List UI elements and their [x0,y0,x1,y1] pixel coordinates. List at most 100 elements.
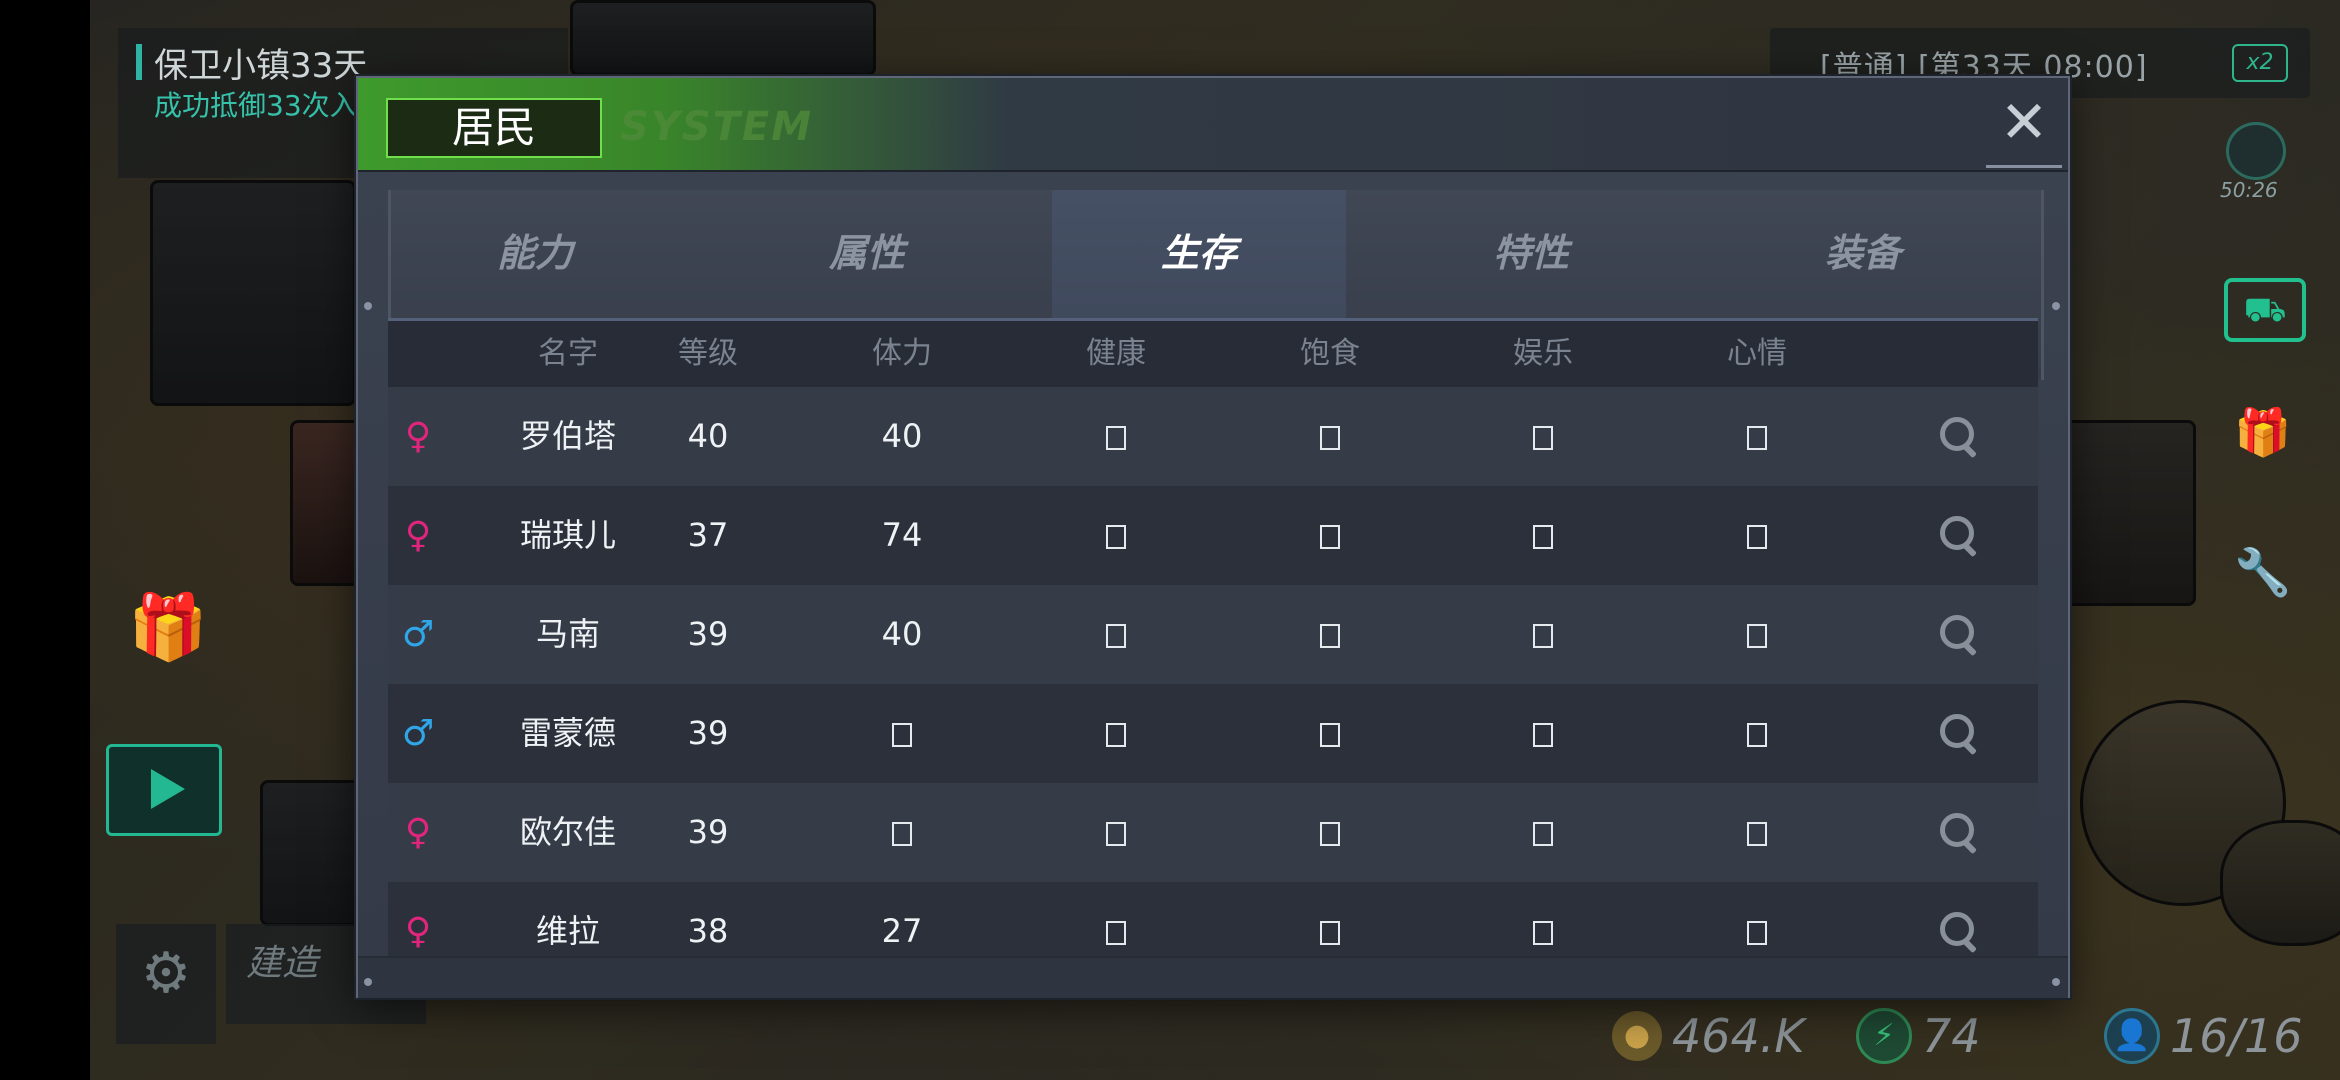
status-cell [1473,387,1613,486]
coin-icon: ● [1612,1011,1662,1061]
missing-glyph [1106,723,1126,747]
table-row[interactable]: ♀ 瑞琪儿 37 74 [388,486,2038,585]
status-cell [1473,585,1613,684]
resident-name: 罗伯塔 [519,417,616,455]
female-icon: ♀ [404,416,432,457]
missing-glyph [1320,723,1340,747]
female-icon: ♀ [404,911,432,952]
missing-glyph [892,723,912,747]
resident-level: 37 [687,516,729,554]
timer-text: 50:26 [2220,178,2278,202]
gift-icon[interactable]: 🎁 [126,586,210,670]
missing-glyph [892,822,912,846]
resident-stamina [832,684,972,783]
search-icon[interactable] [1940,912,1974,946]
residents-dialog: 居民 SYSTEM ✕ 能力 属性 生存 特性 装备 名字 等级 体力 健康 饱… [356,76,2070,998]
status-cell [1687,783,1827,882]
missing-glyph [1747,723,1767,747]
jeep-icon[interactable]: ⛟ [2224,278,2306,342]
status-cell [1046,486,1186,585]
missing-glyph [1320,624,1340,648]
dialog-title: 居民 [451,103,536,152]
missing-glyph [1747,822,1767,846]
energy-counter: ⚡ 74 [1856,1008,1981,1064]
missing-glyph [1106,426,1126,450]
tab-label: 能力 [496,231,573,275]
speed-button[interactable]: x2 [2232,44,2288,82]
dialog-footer [358,956,2068,998]
resident-level: 39 [687,615,729,653]
search-icon[interactable] [1940,813,1974,847]
search-icon[interactable] [1940,615,1974,649]
missing-glyph [1533,723,1553,747]
table-row[interactable]: ♀ 欧尔佳 39 [388,783,2038,882]
missing-glyph [1320,921,1340,945]
missing-glyph [1533,624,1553,648]
timer-icon[interactable] [2226,122,2286,180]
dialog-title-box: 居民 [386,98,602,158]
population-value: 16/16 [2170,1009,2303,1063]
missing-glyph [1533,921,1553,945]
status-cell [1473,684,1613,783]
population-icon: 👤 [2104,1008,2160,1064]
missing-glyph [1747,624,1767,648]
energy-icon: ⚡ [1856,1008,1912,1064]
close-icon[interactable]: ✕ [1986,90,2062,168]
status-cell [1260,882,1400,957]
table-row[interactable]: ♂ 雷蒙德 39 [388,684,2038,783]
table-row[interactable]: ♀ 罗伯塔 40 40 [388,387,2038,486]
missing-glyph [1320,525,1340,549]
population-counter: 👤 16/16 [2104,1008,2303,1064]
coins-value: 464.K [1672,1009,1805,1063]
tab-label: 生存 [1160,231,1237,275]
status-cell [1260,387,1400,486]
column-header-stamina: 体力 [872,336,932,371]
male-icon: ♂ [401,713,435,754]
column-header-fun: 娱乐 [1513,336,1573,371]
missing-glyph [1320,822,1340,846]
female-icon: ♀ [404,515,432,556]
missing-glyph [1747,426,1767,450]
table-row[interactable]: ♀ 维拉 38 27 [388,882,2038,957]
table-row[interactable]: ♂ 马南 39 40 [388,585,2038,684]
mission-marker [136,44,142,80]
mission-subtitle: 成功抵御33次入 [154,89,358,122]
search-icon[interactable] [1940,516,1974,550]
gear-icon[interactable]: ⚙ [116,924,216,1044]
energy-value: 74 [1922,1009,1981,1063]
status-cell [1260,684,1400,783]
status-cell [1260,783,1400,882]
missing-glyph [1747,525,1767,549]
resident-name: 雷蒙德 [519,714,616,752]
status-cell [1687,486,1827,585]
tab-label: 属性 [828,231,905,275]
video-icon[interactable] [106,744,222,836]
resident-stamina: 40 [881,417,923,455]
gift-icon[interactable]: 🎁 [2226,400,2300,464]
corner-dot [364,978,372,986]
search-icon[interactable] [1940,714,1974,748]
wrench-icon[interactable]: 🔧 [2226,540,2300,604]
status-cell [1260,486,1400,585]
status-cell [1473,486,1613,585]
column-header-level: 等级 [678,336,738,371]
missing-glyph [1533,426,1553,450]
residents-table[interactable]: 名字 等级 体力 健康 饱食 娱乐 心情 ♀ 罗伯塔 40 40 ♀ 瑞琪儿 37 74 ♂ 马南… [388,318,2038,957]
search-icon[interactable] [1940,417,1974,451]
build-label: 建造 [246,943,319,984]
resident-stamina: 40 [881,615,923,653]
missing-glyph [1106,822,1126,846]
missing-glyph [1106,525,1126,549]
table-header: 名字 等级 体力 健康 饱食 娱乐 心情 [388,321,2038,387]
status-cell [1687,882,1827,957]
status-cell [1473,783,1613,882]
resident-stamina: 74 [881,516,923,554]
missing-glyph [1533,822,1553,846]
corner-dot [2052,302,2060,310]
resident-stamina: 27 [881,912,923,950]
status-cell [1046,882,1186,957]
corner-dot [364,302,372,310]
resident-level: 39 [687,813,729,851]
column-header-name: 名字 [538,336,598,371]
status-cell [1046,684,1186,783]
